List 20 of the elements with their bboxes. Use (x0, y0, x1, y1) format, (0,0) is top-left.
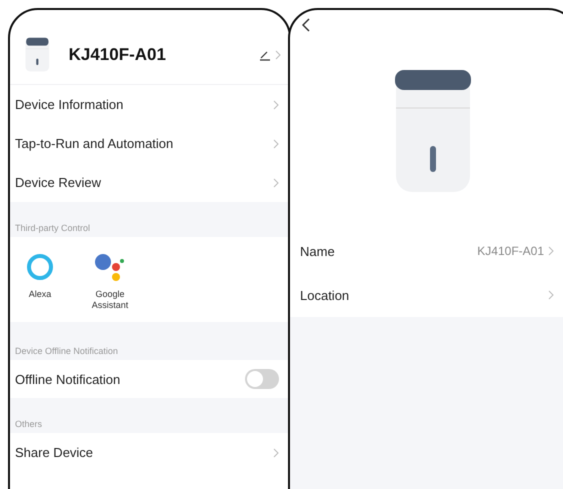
section-heading: Device Offline Notification (15, 346, 118, 356)
toggle-switch[interactable] (245, 369, 279, 389)
back-icon[interactable] (302, 18, 310, 32)
chevron-icon (275, 50, 281, 60)
setting-label: Offline Notification (15, 372, 120, 386)
chevron-icon (273, 178, 279, 188)
air-purifier-icon (24, 37, 51, 73)
google-assistant-icon (94, 253, 126, 281)
chevron-icon (273, 100, 279, 110)
alexa-icon (26, 253, 54, 281)
section-heading: Others (15, 419, 42, 429)
device-title: KJ410F-A01 (68, 45, 167, 65)
service-label[interactable]: Alexa (28, 289, 52, 300)
chevron-icon (548, 290, 554, 300)
chevron-icon (548, 246, 554, 256)
pencil-icon[interactable] (259, 49, 271, 61)
service-label[interactable]: Google Assistant (80, 289, 140, 311)
chevron-icon (273, 138, 279, 148)
section-heading: Third-party Control (15, 223, 90, 233)
chevron-icon (273, 448, 279, 458)
